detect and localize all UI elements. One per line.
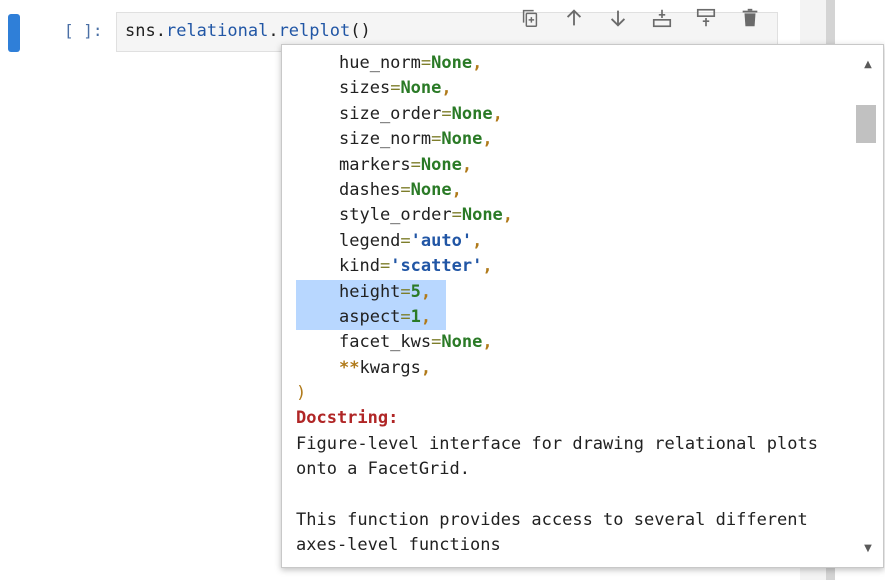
duplicate-cell-button[interactable]: [508, 4, 552, 32]
param-line-highlighted: aspect=1,: [296, 304, 856, 331]
param-line: kind='scatter',: [339, 256, 493, 277]
param-line: sizes=None,: [339, 78, 452, 99]
param-line: style_order=None,: [339, 205, 514, 226]
code-parens: (): [350, 21, 371, 41]
duplicate-icon: [522, 9, 538, 27]
input-prompt: [ ]:: [64, 21, 103, 40]
docstring-line: onto a FacetGrid.: [296, 459, 470, 480]
arrow-up-icon: [566, 9, 582, 26]
arrow-down-icon: [610, 10, 626, 27]
code-module: sns.: [125, 21, 166, 41]
docstring-line: axes-level functions: [296, 535, 501, 556]
cell-toolbar: [508, 4, 772, 32]
active-cell-indicator: [8, 14, 20, 52]
code-dot: .: [268, 21, 279, 41]
code-text[interactable]: sns.relational.relplot(): [125, 21, 371, 41]
close-paren-line: ): [296, 383, 307, 404]
param-line: legend='auto',: [339, 230, 483, 251]
docstring-label: Docstring:: [296, 408, 399, 429]
param-line: dashes=None,: [339, 179, 462, 200]
docstring-line: Figure-level interface for drawing relat…: [296, 433, 818, 454]
param-line: facet_kws=None,: [339, 332, 493, 353]
param-line: size_order=None,: [339, 103, 503, 124]
insert-above-button[interactable]: [684, 4, 728, 32]
tooltip-content: hue_norm=None, sizes=None, size_order=No…: [296, 51, 856, 559]
insert-below-icon: [652, 9, 672, 28]
docstring-line: This function provides access to several…: [296, 510, 808, 531]
param-line: markers=None,: [339, 154, 473, 175]
param-line-highlighted: height=5,: [296, 279, 856, 306]
move-up-button[interactable]: [552, 4, 596, 32]
insert-above-icon: [696, 8, 716, 27]
trash-icon: [742, 8, 758, 27]
insert-below-button[interactable]: [640, 4, 684, 32]
scroll-down-arrow-icon[interactable]: ▼: [853, 537, 883, 559]
docstring-line: [296, 483, 856, 508]
tooltip-scrollbar[interactable]: ▲ ▼: [853, 45, 883, 567]
code-submodule: relational: [165, 21, 269, 41]
param-line: size_norm=None,: [339, 129, 493, 150]
kwargs-line: **kwargs,: [339, 357, 432, 378]
move-down-button[interactable]: [596, 4, 640, 32]
signature-tooltip[interactable]: hue_norm=None, sizes=None, size_order=No…: [281, 44, 884, 568]
param-line: hue_norm=None,: [339, 53, 483, 73]
scrollbar-thumb[interactable]: [856, 105, 876, 143]
scroll-up-arrow-icon[interactable]: ▲: [853, 53, 883, 75]
delete-cell-button[interactable]: [728, 4, 772, 32]
code-function: relplot: [278, 21, 351, 41]
